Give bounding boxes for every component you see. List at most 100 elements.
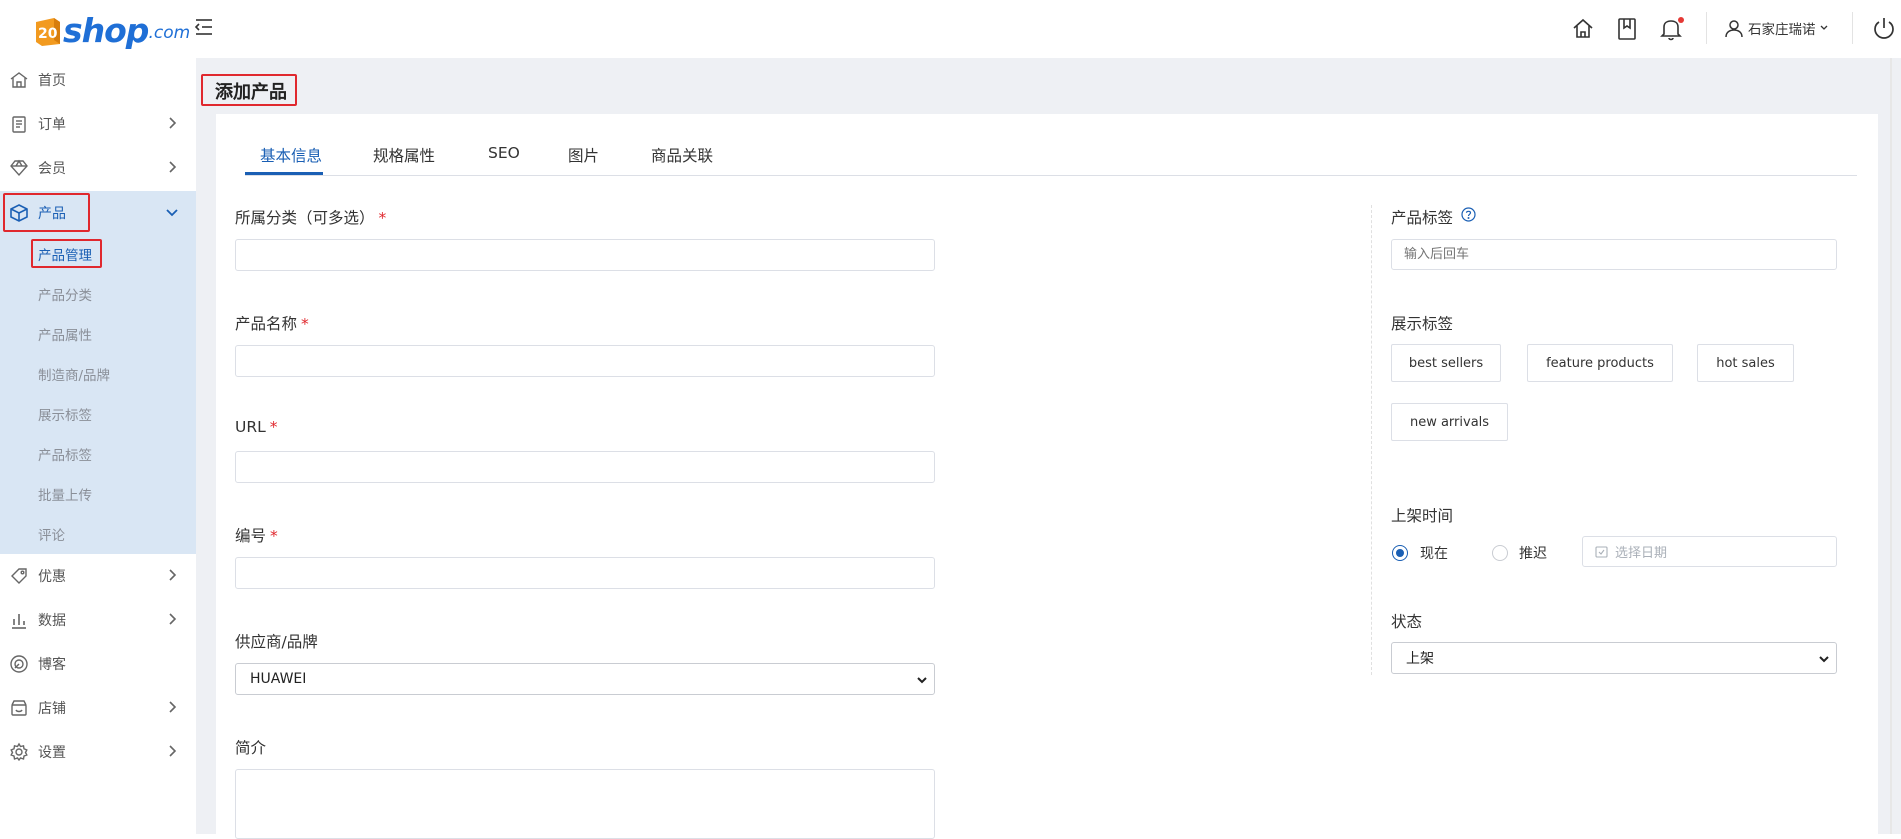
listing-later-radio[interactable] <box>1492 545 1508 561</box>
display-tag-best-sellers[interactable]: best sellers <box>1391 344 1501 382</box>
sidebar-item-blog[interactable]: 博客 <box>0 642 196 686</box>
sidebar-item-label: 设置 <box>38 745 66 761</box>
tab-spec-attributes[interactable]: 规格属性 <box>373 144 435 166</box>
chevron-down-icon <box>165 205 179 219</box>
display-tags-label: 展示标签 <box>1391 315 1454 333</box>
bookmark-icon[interactable] <box>1614 16 1640 42</box>
logo-badge-icon: 20 <box>34 14 62 48</box>
sidebar-item-home[interactable]: 首页 <box>0 58 196 102</box>
user-name: 石家庄瑞诺 <box>1748 22 1816 38</box>
active-tab-indicator <box>245 172 323 175</box>
sidebar-subitem-bulk-upload[interactable]: 批量上传 <box>38 484 92 504</box>
display-tag-new-arrivals[interactable]: new arrivals <box>1391 403 1508 441</box>
column-divider <box>1371 205 1372 675</box>
category-input[interactable] <box>235 239 935 271</box>
product-name-input[interactable] <box>235 345 935 377</box>
tab-basic-info[interactable]: 基本信息 <box>260 144 322 166</box>
chevron-down-icon <box>1818 653 1830 665</box>
tab-images[interactable]: 图片 <box>568 144 599 166</box>
date-picker-input[interactable]: 选择日期 <box>1582 536 1837 567</box>
tab-seo[interactable]: SEO <box>488 144 520 162</box>
logo-text: shop <box>63 11 149 50</box>
display-tag-feature-products[interactable]: feature products <box>1527 344 1673 382</box>
chevron-down-icon <box>916 674 928 686</box>
order-icon <box>9 114 29 134</box>
chevron-right-icon <box>165 568 179 582</box>
sidebar-subitem-manufacturer-brand[interactable]: 制造商/品牌 <box>38 364 110 384</box>
top-bar: 20 shop .com 石家庄瑞诺 <box>0 0 1901 58</box>
display-tag-hot-sales[interactable]: hot sales <box>1697 344 1794 382</box>
sidebar-subitem-product-category[interactable]: 产品分类 <box>38 284 92 304</box>
sidebar-item-label: 会员 <box>38 161 66 177</box>
listing-now-label: 现在 <box>1420 546 1448 562</box>
sidebar-item-label: 店铺 <box>38 701 66 717</box>
chevron-right-icon <box>165 116 179 130</box>
highlight-box <box>31 239 102 268</box>
sidebar-item-orders[interactable]: 订单 <box>0 102 196 146</box>
listing-time-label: 上架时间 <box>1391 507 1454 525</box>
sidebar-item-label: 优惠 <box>38 569 66 585</box>
status-label: 状态 <box>1391 613 1423 631</box>
sidebar-item-settings[interactable]: 设置 <box>0 730 196 774</box>
sidebar-item-label: 博客 <box>38 657 66 673</box>
calendar-icon <box>1595 546 1608 558</box>
power-icon[interactable] <box>1872 16 1898 42</box>
supplier-select[interactable]: HUAWEI <box>235 663 935 695</box>
product-tags-label: 产品标签 <box>1391 209 1454 227</box>
chevron-right-icon <box>165 744 179 758</box>
help-icon[interactable] <box>1461 207 1476 222</box>
sidebar-subitem-product-tags[interactable]: 产品标签 <box>38 444 92 464</box>
sidebar-item-discounts[interactable]: 优惠 <box>0 554 196 598</box>
logo[interactable]: 20 shop .com <box>34 8 190 48</box>
chart-icon <box>9 610 29 630</box>
gear-icon <box>9 742 29 762</box>
listing-later-label: 推迟 <box>1519 546 1547 562</box>
blog-icon <box>9 654 29 674</box>
divider <box>1852 12 1853 44</box>
svg-text:20: 20 <box>38 26 58 42</box>
user-menu[interactable]: 石家庄瑞诺 <box>1724 15 1829 41</box>
sidebar-item-store[interactable]: 店铺 <box>0 686 196 730</box>
sidebar-item-label: 订单 <box>38 117 66 133</box>
tab-related-products[interactable]: 商品关联 <box>651 144 713 166</box>
supplier-label: 供应商/品牌 <box>235 633 318 651</box>
url-label: URL * <box>235 418 278 436</box>
code-label: 编号 * <box>235 527 278 545</box>
home-icon[interactable] <box>1570 16 1596 42</box>
sidebar-subitem-display-tags[interactable]: 展示标签 <box>38 404 92 424</box>
store-icon <box>9 698 29 718</box>
intro-label: 简介 <box>235 739 267 757</box>
sidebar-subitem-product-attributes[interactable]: 产品属性 <box>38 324 92 344</box>
scrollbar[interactable] <box>1886 58 1896 834</box>
status-select[interactable]: 上架 <box>1391 642 1837 674</box>
home-icon <box>9 70 29 90</box>
chevron-right-icon <box>165 700 179 714</box>
sidebar: 首页 订单 会员 产品 产品管理 产品分类 产品属性 制造商/品牌 展示标签 产… <box>0 58 196 834</box>
supplier-select-value: HUAWEI <box>250 671 307 687</box>
sidebar-subitem-reviews[interactable]: 评论 <box>38 524 65 544</box>
discount-tag-icon <box>9 566 29 586</box>
url-input[interactable] <box>235 451 935 483</box>
code-input[interactable] <box>235 557 935 589</box>
sidebar-item-data[interactable]: 数据 <box>0 598 196 642</box>
divider <box>1706 12 1707 44</box>
tab-bar: 基本信息 规格属性 SEO 图片 商品关联 <box>245 138 1857 176</box>
menu-collapse-icon[interactable] <box>193 16 215 38</box>
intro-textarea[interactable] <box>235 769 935 839</box>
product-name-label: 产品名称 * <box>235 315 309 333</box>
logo-suffix: .com <box>148 23 191 43</box>
date-placeholder: 选择日期 <box>1615 546 1668 561</box>
status-select-value: 上架 <box>1406 651 1434 667</box>
product-tags-input[interactable] <box>1391 239 1837 270</box>
category-label: 所属分类（可多选） * <box>235 209 387 227</box>
chevron-right-icon <box>165 612 179 626</box>
sidebar-item-members[interactable]: 会员 <box>0 146 196 190</box>
highlight-box <box>3 193 90 232</box>
chevron-down-icon <box>1820 25 1827 30</box>
member-icon <box>9 158 29 178</box>
chevron-right-icon <box>165 160 179 174</box>
listing-now-radio[interactable] <box>1392 545 1408 561</box>
user-icon <box>1725 20 1743 38</box>
sidebar-item-label: 数据 <box>38 613 66 629</box>
highlight-box <box>201 74 297 106</box>
